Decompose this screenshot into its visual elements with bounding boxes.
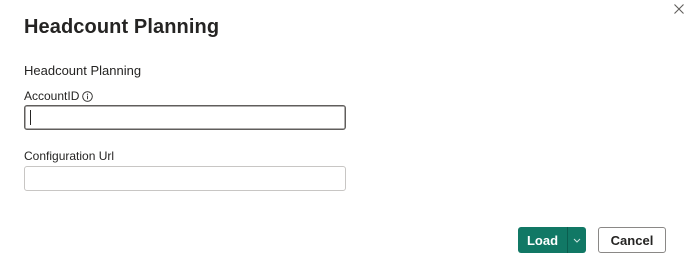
close-icon[interactable] (671, 1, 687, 17)
load-split-button: Load (518, 227, 586, 253)
chevron-down-icon (573, 238, 581, 243)
info-icon[interactable] (82, 90, 94, 102)
section-title: Headcount Planning (24, 63, 142, 78)
text-caret (30, 110, 31, 125)
configuration-url-input[interactable] (24, 166, 346, 191)
load-button[interactable]: Load (518, 227, 567, 253)
load-options-button[interactable] (567, 227, 586, 253)
headcount-planning-dialog: Headcount Planning Headcount Planning Ac… (0, 0, 693, 271)
account-id-label: AccountID (24, 89, 80, 103)
dialog-title: Headcount Planning (24, 16, 220, 38)
account-id-label-row: AccountID (24, 89, 94, 103)
cancel-button[interactable]: Cancel (598, 227, 666, 253)
configuration-url-label: Configuration Url (24, 149, 115, 163)
account-id-input[interactable] (24, 105, 346, 130)
